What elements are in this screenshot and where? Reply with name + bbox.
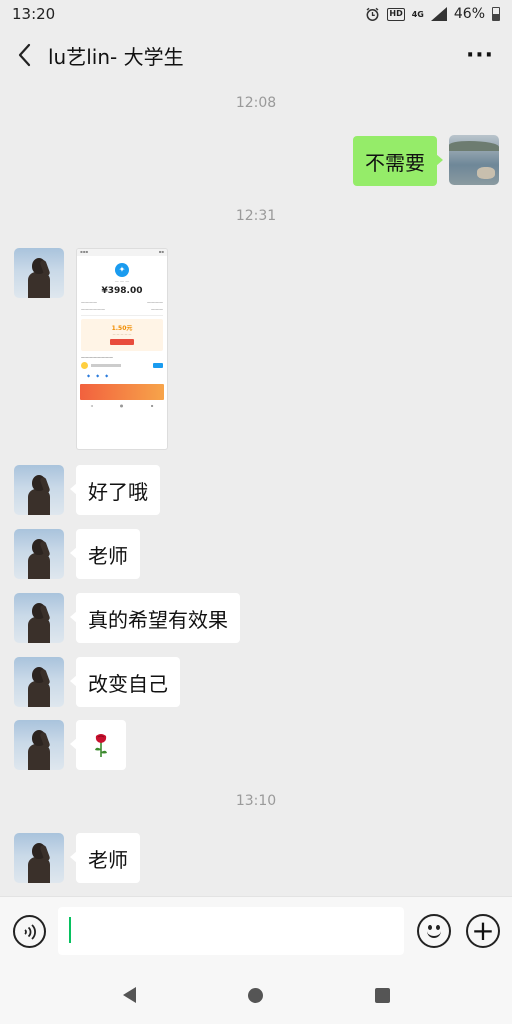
- hd-icon: HD: [387, 7, 405, 21]
- text-cursor: [69, 917, 71, 943]
- rose-icon: [95, 734, 107, 757]
- timestamp: 12:31: [235, 208, 277, 224]
- input-bar: +: [0, 896, 512, 966]
- chat-title: lu艺lin- 大学生: [48, 44, 184, 69]
- voice-button[interactable]: [13, 915, 46, 948]
- voice-icon: [23, 923, 36, 940]
- chevron-left-icon: [18, 43, 31, 67]
- image-card-value: 1.50元: [111, 325, 133, 332]
- nav-recent-icon[interactable]: [374, 987, 390, 1003]
- nav-back-icon[interactable]: [122, 987, 136, 1003]
- status-bar: 13:20 HD 4G 46%: [0, 0, 512, 28]
- more-button[interactable]: ···: [462, 38, 498, 72]
- message-bubble-other[interactable]: 真的希望有效果: [70, 593, 240, 643]
- signal-icon: [430, 7, 447, 21]
- timestamp: 12:08: [235, 95, 277, 111]
- message-input[interactable]: [58, 907, 404, 955]
- payment-logo-icon: ✦: [115, 263, 129, 277]
- contact-avatar[interactable]: [14, 248, 64, 298]
- more-dots-icon: ···: [465, 42, 495, 68]
- message-bubble-other[interactable]: 改变自己: [70, 657, 180, 707]
- message-bubble-other[interactable]: 好了哦: [70, 465, 160, 515]
- message-bubble-other[interactable]: 老师: [70, 529, 140, 579]
- back-button[interactable]: [0, 28, 48, 82]
- battery-percent: 46%: [453, 6, 485, 22]
- contact-avatar[interactable]: [14, 657, 64, 707]
- contact-avatar[interactable]: [14, 465, 64, 515]
- image-message[interactable]: ▪▪▪ ▪▪ ✦ — — — ¥398.00 ———— ———— —————— ———…: [76, 248, 168, 450]
- message-bubble-self[interactable]: 不需要: [353, 136, 443, 186]
- status-time: 13:20: [12, 5, 56, 23]
- nav-home-icon[interactable]: [247, 987, 263, 1003]
- image-amount: ¥398.00: [101, 286, 143, 296]
- contact-avatar[interactable]: [14, 593, 64, 643]
- self-avatar[interactable]: [449, 135, 499, 185]
- emoji-button[interactable]: [417, 914, 451, 948]
- chat-header: lu艺lin- 大学生 ···: [0, 28, 512, 82]
- alarm-icon: [365, 7, 380, 22]
- plus-icon: +: [471, 914, 495, 947]
- contact-avatar[interactable]: [14, 720, 64, 770]
- message-bubble-other[interactable]: 老师: [70, 833, 140, 883]
- contact-avatar[interactable]: [14, 529, 64, 579]
- network-4g-icon: 4G: [411, 9, 424, 19]
- battery-icon: [492, 7, 500, 21]
- system-nav-bar: [0, 966, 512, 1024]
- timestamp: 13:10: [235, 793, 277, 809]
- contact-avatar[interactable]: [14, 833, 64, 883]
- message-bubble-other[interactable]: [70, 720, 126, 770]
- status-icons: HD 4G 46%: [365, 6, 500, 22]
- plus-button[interactable]: +: [466, 914, 500, 948]
